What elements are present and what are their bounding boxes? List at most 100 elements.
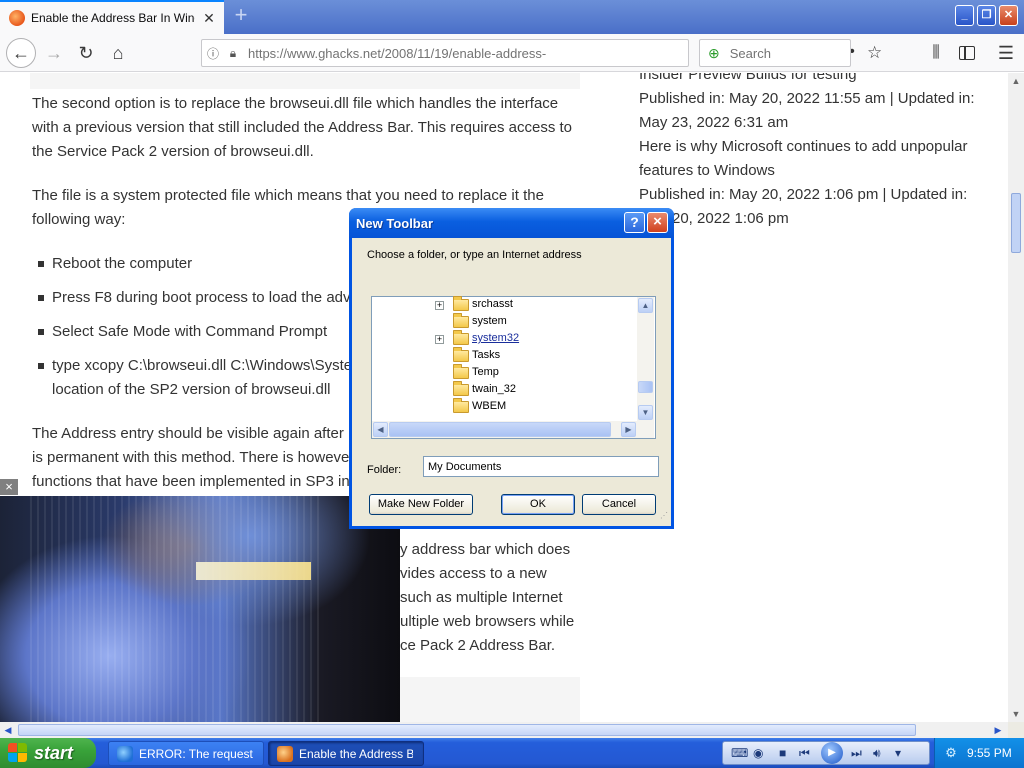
article-line: ultiple web browsers while [400,613,575,630]
sidebar-link[interactable]: features to Windows [639,159,775,183]
folder-icon [453,381,469,396]
site-info-icon[interactable]: ⓘ [202,45,224,62]
tree-item[interactable]: Tasks [372,347,636,365]
library-icon[interactable]: ⫼ [922,39,950,67]
taskbar-item-label: ERROR: The request... [139,746,253,761]
scroll-left-icon[interactable]: ◀ [373,422,388,437]
tree-item-label: Temp [472,366,499,378]
tree-item-label: twain_32 [472,383,517,395]
clock: 9:55 PM [967,746,1012,760]
search-input[interactable] [729,45,830,61]
article-line: ce Pack 2 Address Bar. [400,637,556,654]
home-button[interactable]: ⌂ [104,39,132,67]
home-icon: ⌂ [112,42,124,63]
tree-item-label: Tasks [472,349,501,361]
expand-plus-icon[interactable]: + [435,301,444,310]
article-line: such as multiple Internet [400,589,563,606]
folder-icon [453,313,469,328]
tree-item[interactable]: WBEM [372,398,636,416]
stop-icon[interactable]: ■ [779,746,786,760]
start-button[interactable]: start [0,738,96,768]
dialog-title: New Toolbar [356,216,434,231]
system-tray: ⚙ 9:55 PM [934,738,1024,768]
dropdown-icon[interactable]: ▾ [895,746,901,760]
scrollbar-corner [1008,722,1024,738]
scroll-thumb[interactable] [18,724,916,736]
ok-button[interactable]: OK [501,494,575,515]
tab-strip: Enable the Address Bar In Windows ✕ + _ … [0,0,1024,34]
tree-item[interactable]: system [372,313,636,331]
sidebar-meta: Published in: May 20, 2022 11:55 am | Up… [639,90,975,107]
scroll-thumb[interactable] [389,422,611,437]
dialog-titlebar[interactable]: New Toolbar ? × [349,208,674,238]
lock-icon[interactable]: 🔒︎ [224,46,242,61]
play-icon[interactable]: ▶ [821,742,843,764]
article-top-box [30,73,580,89]
back-button[interactable]: ← [6,38,36,68]
tree-item[interactable]: twain_32 [372,381,636,399]
forward-arrow-icon: → [45,42,63,63]
window-restore-button[interactable]: ❐ [977,5,996,26]
page-vertical-scrollbar[interactable]: ▲ ▼ [1008,73,1024,722]
volume-icon[interactable]: 🔊︎ [873,746,881,761]
tree-item[interactable]: Temp [372,364,636,382]
scroll-left-icon[interactable]: ◀ [0,722,16,738]
scroll-right-icon[interactable]: ▶ [990,722,1006,738]
browser-tab[interactable]: Enable the Address Bar In Windows ✕ [0,0,224,34]
taskbar-item[interactable]: ERROR: The request... [108,741,264,766]
scroll-up-icon[interactable]: ▲ [1008,73,1024,89]
keyboard-icon[interactable]: ⌨ [731,746,748,760]
media-player-toolbar: ⌨ ◉ ■ ⏮ ▶ ⏭ 🔊︎ ▾ [722,741,930,765]
window-close-button[interactable]: ✕ [999,5,1018,26]
tree-vertical-scrollbar[interactable]: ▲ ▼ [637,297,654,421]
scroll-right-icon[interactable]: ▶ [621,422,636,437]
video-close-button[interactable]: × [0,479,18,495]
make-new-folder-button[interactable]: Make New Folder [369,494,473,515]
dialog-help-button[interactable]: ? [624,212,645,233]
resize-grip-icon[interactable]: ⋰ [660,511,668,520]
folder-tree[interactable]: + srchasst system + system32 Tasks Temp … [371,296,656,439]
tab-title: Enable the Address Bar In Windows [31,11,195,25]
sidebar-meta: Published in: May 20, 2022 1:06 pm | Upd… [639,186,968,203]
sidebar-icon[interactable] [953,39,981,67]
cancel-button[interactable]: Cancel [582,494,656,515]
tree-item[interactable]: + srchasst [372,296,636,314]
folder-icon [453,296,469,311]
network-icon[interactable]: ⚙ [943,745,959,761]
video-player[interactable] [0,496,400,722]
dialog-close-button[interactable]: × [647,212,668,233]
window-minimize-button[interactable]: _ [955,5,974,26]
sidebar-link[interactable]: Insider Preview Builds for testing [639,73,857,87]
url-bar[interactable]: ⓘ 🔒︎ https://www.ghacks.net/2008/11/19/e… [201,39,882,67]
new-toolbar-dialog: New Toolbar ? × Choose a folder, or type… [349,208,674,529]
tree-horizontal-scrollbar[interactable]: ◀ ▶ [372,421,654,438]
tab-close-icon[interactable]: ✕ [200,9,218,27]
tree-item-label: srchasst [472,298,513,310]
back-arrow-icon: ← [12,42,30,63]
next-icon[interactable]: ⏭ [851,746,862,761]
reload-button[interactable]: ↻ [72,39,100,67]
page-horizontal-scrollbar[interactable]: ◀ ▶ [0,722,1008,738]
scroll-up-icon[interactable]: ▲ [638,298,653,313]
article-paragraph: The second option is to replace the brow… [32,95,572,160]
reload-icon: ↻ [78,42,94,63]
media-restore-icon[interactable]: ◉ [753,746,763,760]
url-text[interactable]: https://www.ghacks.net/2008/11/19/enable… [248,46,558,61]
scroll-down-icon[interactable]: ▼ [1008,706,1024,722]
sidebar-link[interactable]: Here is why Microsoft continues to add u… [639,135,968,159]
scroll-thumb[interactable] [638,381,653,393]
forward-button[interactable]: → [40,39,68,67]
article-line: y address bar which does [400,541,571,558]
expand-plus-icon[interactable]: + [435,335,444,344]
bookmark-star-icon[interactable]: ☆ [867,43,882,63]
scroll-down-icon[interactable]: ▼ [638,405,653,420]
firefox-icon [277,745,293,762]
previous-icon[interactable]: ⏮ [799,746,810,761]
folder-field[interactable] [423,456,659,477]
search-bar[interactable]: ⊕ [699,39,851,67]
hamburger-menu-icon[interactable]: ☰ [992,39,1020,67]
taskbar-item-active[interactable]: Enable the Address B... [268,741,424,766]
scroll-thumb[interactable] [1011,193,1021,253]
tree-item[interactable]: + system32 [372,330,636,348]
new-tab-button[interactable]: + [229,4,253,28]
